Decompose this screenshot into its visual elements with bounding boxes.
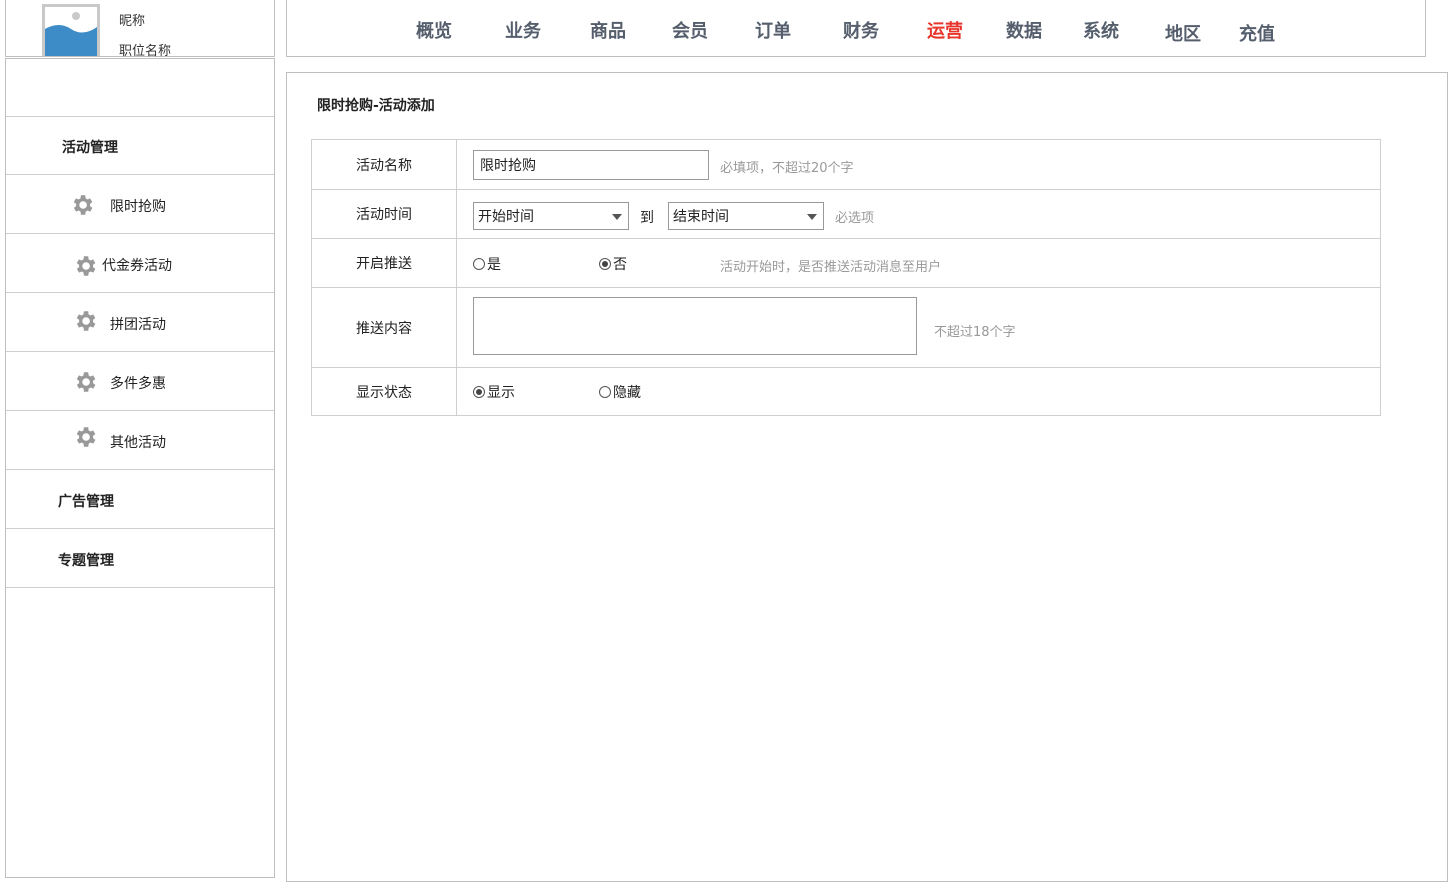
radio-label: 隐藏 bbox=[613, 385, 641, 401]
end-time-select[interactable]: 结束时间 bbox=[668, 202, 824, 230]
radio-circle-icon bbox=[473, 257, 485, 270]
nav-system[interactable]: 系统 bbox=[1083, 17, 1119, 43]
nav-products[interactable]: 商品 bbox=[590, 17, 626, 43]
select-value: 开始时间 bbox=[478, 209, 534, 225]
sidebar-item-flash-sale[interactable]: 限时抢购 bbox=[6, 176, 274, 234]
sidebar-item-group-buy[interactable]: 拼团活动 bbox=[6, 294, 274, 352]
sidebar-group-label: 专题管理 bbox=[58, 553, 114, 569]
gear-icon bbox=[76, 256, 96, 276]
sidebar-item-multi-discount[interactable]: 多件多惠 bbox=[6, 353, 274, 411]
nickname: 昵称 bbox=[119, 14, 146, 29]
activity-name-input[interactable] bbox=[473, 150, 709, 180]
sidebar-spacer bbox=[6, 59, 274, 117]
sidebar-item-label: 拼团活动 bbox=[110, 317, 166, 333]
radio-label: 是 bbox=[487, 256, 501, 273]
sidebar-item-label: 其他活动 bbox=[110, 435, 166, 451]
sidebar-item-coupon[interactable]: 代金券活动 bbox=[6, 235, 274, 293]
form-label: 活动时间 bbox=[312, 190, 457, 238]
activity-form: 活动名称 必填项，不超过20个字 活动时间 开始时间 到 结束时间 必选项 开启… bbox=[311, 139, 1381, 416]
sidebar-group-activity[interactable]: 活动管理 bbox=[6, 117, 274, 175]
sidebar-item-other[interactable]: 其他活动 bbox=[6, 412, 274, 470]
page-title: 限时抢购-活动添加 bbox=[317, 98, 435, 114]
sidebar: 活动管理 限时抢购 代金券活动 拼团活动 多件多惠 其他活动 广告管理 专题管理 bbox=[5, 58, 275, 878]
chevron-down-icon bbox=[807, 214, 817, 220]
field-hint: 活动开始时，是否推送活动消息至用户 bbox=[720, 260, 942, 275]
sidebar-item-label: 限时抢购 bbox=[110, 199, 166, 215]
field-hint: 不超过18个字 bbox=[934, 325, 1016, 340]
nav-business[interactable]: 业务 bbox=[505, 17, 541, 43]
sidebar-group-label: 广告管理 bbox=[58, 494, 114, 510]
form-label: 活动名称 bbox=[312, 140, 457, 189]
form-row-time: 活动时间 开始时间 到 结束时间 必选项 bbox=[312, 190, 1380, 239]
radio-circle-icon bbox=[473, 386, 485, 398]
select-value: 结束时间 bbox=[673, 209, 729, 225]
push-content-textarea[interactable] bbox=[473, 297, 917, 355]
gear-icon bbox=[73, 195, 93, 215]
chevron-down-icon bbox=[612, 214, 622, 220]
nav-region[interactable]: 地区 bbox=[1165, 20, 1201, 46]
profile-panel: 昵称 职位名称 bbox=[5, 0, 275, 59]
form-label: 显示状态 bbox=[312, 368, 457, 415]
radio-label: 否 bbox=[613, 256, 627, 273]
display-show-radio[interactable]: 显示 bbox=[473, 368, 515, 416]
radio-circle-icon bbox=[599, 386, 611, 398]
field-hint: 必选项 bbox=[835, 211, 875, 226]
gear-icon bbox=[76, 372, 96, 392]
avatar[interactable] bbox=[42, 4, 100, 56]
gear-icon bbox=[76, 427, 96, 447]
nav-recharge[interactable]: 充值 bbox=[1239, 20, 1275, 46]
sidebar-group-label: 活动管理 bbox=[62, 140, 118, 156]
form-row-content: 推送内容 不超过18个字 bbox=[312, 288, 1380, 368]
image-placeholder-icon bbox=[45, 12, 97, 56]
sidebar-group-topics[interactable]: 专题管理 bbox=[6, 530, 274, 588]
field-hint: 必填项，不超过20个字 bbox=[720, 161, 854, 176]
main-panel: 限时抢购-活动添加 活动名称 必填项，不超过20个字 活动时间 开始时间 到 结… bbox=[286, 72, 1448, 882]
form-label: 开启推送 bbox=[312, 239, 457, 287]
nav-data[interactable]: 数据 bbox=[1006, 17, 1042, 43]
push-yes-radio[interactable]: 是 bbox=[473, 239, 501, 288]
form-row-push: 开启推送 是 否 活动开始时，是否推送活动消息至用户 bbox=[312, 239, 1380, 288]
start-time-select[interactable]: 开始时间 bbox=[473, 202, 629, 230]
position-name: 职位名称 bbox=[119, 44, 172, 59]
display-hide-radio[interactable]: 隐藏 bbox=[599, 368, 641, 416]
form-row-name: 活动名称 必填项，不超过20个字 bbox=[312, 140, 1380, 190]
time-separator: 到 bbox=[640, 210, 654, 226]
radio-label: 显示 bbox=[487, 385, 515, 401]
form-row-display: 显示状态 显示 隐藏 bbox=[312, 368, 1380, 416]
form-label: 推送内容 bbox=[312, 288, 457, 367]
nav-finance[interactable]: 财务 bbox=[843, 17, 879, 43]
sidebar-group-ads[interactable]: 广告管理 bbox=[6, 471, 274, 529]
sidebar-item-label: 代金券活动 bbox=[102, 258, 172, 274]
gear-icon bbox=[76, 311, 96, 331]
nav-operations[interactable]: 运营 bbox=[927, 17, 963, 43]
push-no-radio[interactable]: 否 bbox=[599, 239, 627, 288]
top-nav: 概览 业务 商品 会员 订单 财务 运营 数据 系统 地区 充值 bbox=[286, 0, 1426, 57]
radio-circle-icon bbox=[599, 257, 611, 270]
nav-overview[interactable]: 概览 bbox=[416, 17, 452, 43]
nav-orders[interactable]: 订单 bbox=[755, 17, 791, 43]
sidebar-item-label: 多件多惠 bbox=[110, 376, 166, 392]
nav-members[interactable]: 会员 bbox=[672, 17, 708, 43]
